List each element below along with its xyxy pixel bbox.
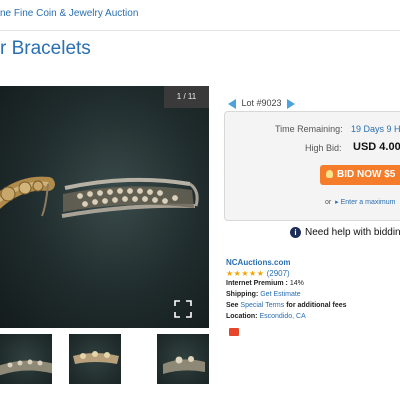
review-count[interactable]: (2907) (267, 269, 290, 278)
special-terms-link[interactable]: Special Terms (240, 302, 284, 309)
terms-suffix: for additional fees (286, 302, 347, 309)
enter-maximum-link[interactable]: Enter a maximum (341, 199, 396, 206)
thumbnail-1[interactable] (0, 334, 52, 384)
lot-navigation: Lot #9023 (228, 98, 296, 109)
info-icon: i (290, 227, 301, 238)
bid-now-button[interactable]: BID NOW $5 (320, 165, 400, 185)
help-bidding[interactable]: i Need help with bidding (290, 227, 400, 238)
expand-icon[interactable] (174, 300, 192, 318)
lightbulb-icon (326, 170, 333, 179)
location-label: Location: (226, 313, 258, 320)
high-bid-value: USD 4.00 (353, 141, 400, 153)
location-value[interactable]: Escondido, CA (259, 313, 305, 320)
rating-stars-icon: ★★★★★ (226, 269, 265, 278)
thumbnail-2[interactable] (69, 334, 121, 384)
help-text: Need help with bidding (305, 227, 400, 239)
main-photo[interactable]: 1 / 11 (0, 86, 209, 328)
seller-name[interactable]: NCAuctions.com (226, 258, 290, 267)
header-divider (0, 30, 400, 31)
lot-number: Lot #9023 (241, 98, 282, 108)
chevron-right-icon: ▸ (335, 199, 339, 206)
shipping-row: Shipping: Get Estimate (226, 291, 301, 298)
thumbnail-2-image (73, 351, 119, 364)
location-row: Location: Escondido, CA (226, 313, 306, 320)
photo-counter: 1 / 11 (164, 86, 209, 108)
seller-rating: ★★★★★ (2907) (226, 269, 290, 278)
premium-label: Internet Premium : (226, 280, 288, 287)
previous-lot-icon[interactable] (228, 98, 236, 109)
get-estimate-link[interactable]: Get Estimate (260, 291, 300, 298)
thumbnail-3[interactable] (157, 334, 209, 384)
bid-now-label: BID NOW $5 (337, 169, 396, 180)
high-bid-label: High Bid: (305, 143, 342, 153)
terms-row: See Special Terms for additional fees (226, 302, 347, 309)
pdf-icon[interactable] (229, 328, 239, 336)
thumbnail-1-image (0, 359, 52, 376)
or-text: or (325, 199, 332, 206)
shipping-label: Shipping: (226, 291, 259, 298)
thumbnail-3-image (163, 356, 205, 374)
page-title: r Bracelets (0, 38, 91, 59)
internet-premium: Internet Premium : 14% (226, 280, 304, 287)
breadcrumb[interactable]: ne Fine Coin & Jewelry Auction (0, 8, 138, 19)
time-remaining-value: 19 Days 9 H (351, 124, 400, 134)
premium-value: 14% (289, 280, 304, 287)
bracelets-image (0, 176, 199, 218)
time-remaining-label: Time Remaining: (275, 124, 343, 134)
max-bid-row: or ▸ Enter a maximum (325, 198, 395, 206)
next-lot-icon[interactable] (287, 98, 296, 109)
terms-prefix: See (226, 302, 239, 309)
